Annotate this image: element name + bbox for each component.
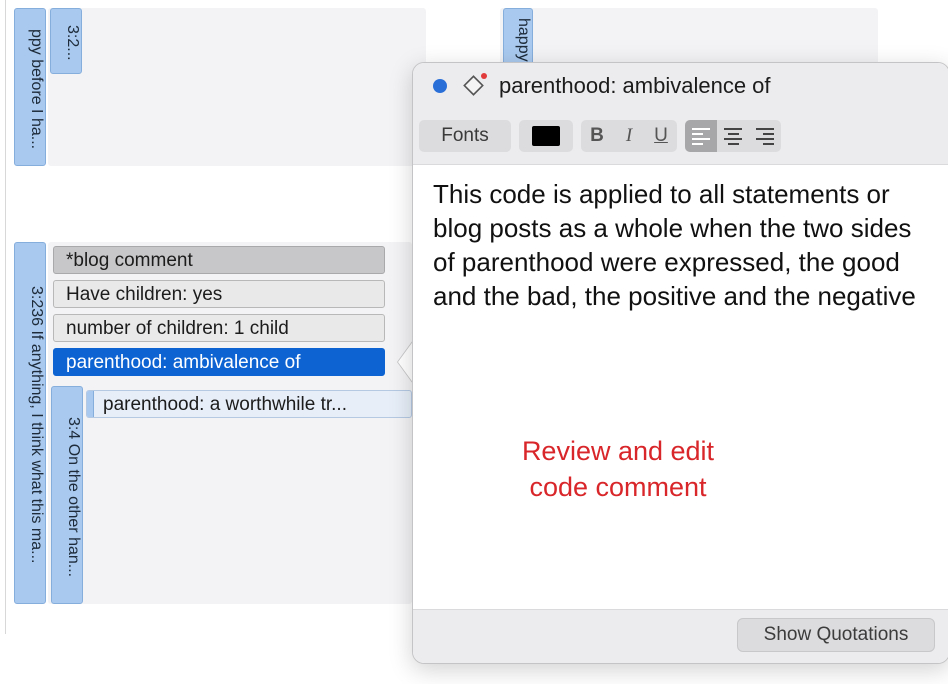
popover-footer: Show Quotations — [413, 609, 948, 663]
align-right-icon[interactable] — [749, 120, 781, 152]
align-center-icon[interactable] — [717, 120, 749, 152]
quotation-tag-label: ppy before I ha... — [28, 28, 45, 150]
quotation-pane-top-right — [500, 8, 878, 68]
code-chip-label: number of children: 1 child — [66, 318, 289, 339]
popover-header: parenthood: ambivalence of Fonts B I U — [413, 63, 948, 165]
bold-label: B — [590, 125, 604, 146]
code-chip[interactable]: Have children: yes — [53, 280, 385, 308]
format-toolbar: Fonts B I U — [419, 119, 781, 153]
align-left-icon[interactable] — [685, 120, 717, 152]
fonts-button-label: Fonts — [441, 125, 489, 146]
quotation-tag-label: 3:236 If anything, I think what this ma.… — [28, 286, 45, 564]
annotation-line: code comment — [529, 472, 707, 502]
status-dot-icon — [433, 79, 447, 93]
style-button-group: B I U — [581, 120, 677, 152]
underline-label: U — [654, 125, 668, 146]
code-group-chip[interactable]: *blog comment — [53, 246, 385, 274]
quotation-tag-label: 3:2... — [64, 25, 81, 61]
linked-code-marker — [87, 391, 94, 417]
code-chip[interactable]: number of children: 1 child — [53, 314, 385, 342]
quotation-tag-label: happy — [515, 18, 532, 62]
linked-code-chip[interactable]: parenthood: a worthwhile tr... — [86, 390, 412, 418]
show-quotations-label: Show Quotations — [763, 624, 909, 645]
margin-divider — [5, 0, 6, 634]
underline-button[interactable]: U — [645, 120, 677, 152]
code-diamond-icon — [463, 73, 487, 96]
italic-button[interactable]: I — [613, 120, 645, 152]
text-color-swatch — [532, 126, 560, 146]
code-chip-label: parenthood: a worthwhile tr... — [103, 394, 347, 415]
fonts-button[interactable]: Fonts — [419, 120, 511, 152]
show-quotations-button[interactable]: Show Quotations — [737, 618, 935, 652]
quotation-tag-top-right[interactable]: happy — [503, 8, 533, 68]
text-color-button[interactable] — [519, 120, 573, 152]
code-comment-editor[interactable]: This code is applied to all statements o… — [433, 177, 938, 313]
alignment-button-group — [685, 120, 781, 152]
bold-button[interactable]: B — [581, 120, 613, 152]
quotation-tag-sub[interactable]: 3:4 On the other han... — [51, 386, 83, 604]
quotation-tag-id[interactable]: 3:2... — [50, 8, 82, 74]
popover-title: parenthood: ambivalence of — [499, 73, 771, 98]
code-comment-popover: parenthood: ambivalence of Fonts B I U T… — [412, 62, 948, 664]
quotation-tag-main[interactable]: 3:236 If anything, I think what this ma.… — [14, 242, 46, 604]
italic-label: I — [625, 125, 633, 146]
annotation-text: Review and edit code comment — [473, 433, 763, 505]
code-chip-label: Have children: yes — [66, 284, 223, 305]
annotation-line: Review and edit — [521, 436, 715, 466]
code-group-label: *blog comment — [66, 250, 193, 271]
code-chip-label: parenthood: ambivalence of — [66, 352, 301, 373]
quotation-tag-top[interactable]: ppy before I ha... — [14, 8, 46, 166]
quotation-tag-label: 3:4 On the other han... — [65, 416, 82, 578]
quotation-pane-top — [48, 8, 426, 166]
code-chip-selected[interactable]: parenthood: ambivalence of — [53, 348, 385, 376]
margin-area: ppy before I ha... 3:2... happy 3:236 If… — [0, 0, 948, 684]
